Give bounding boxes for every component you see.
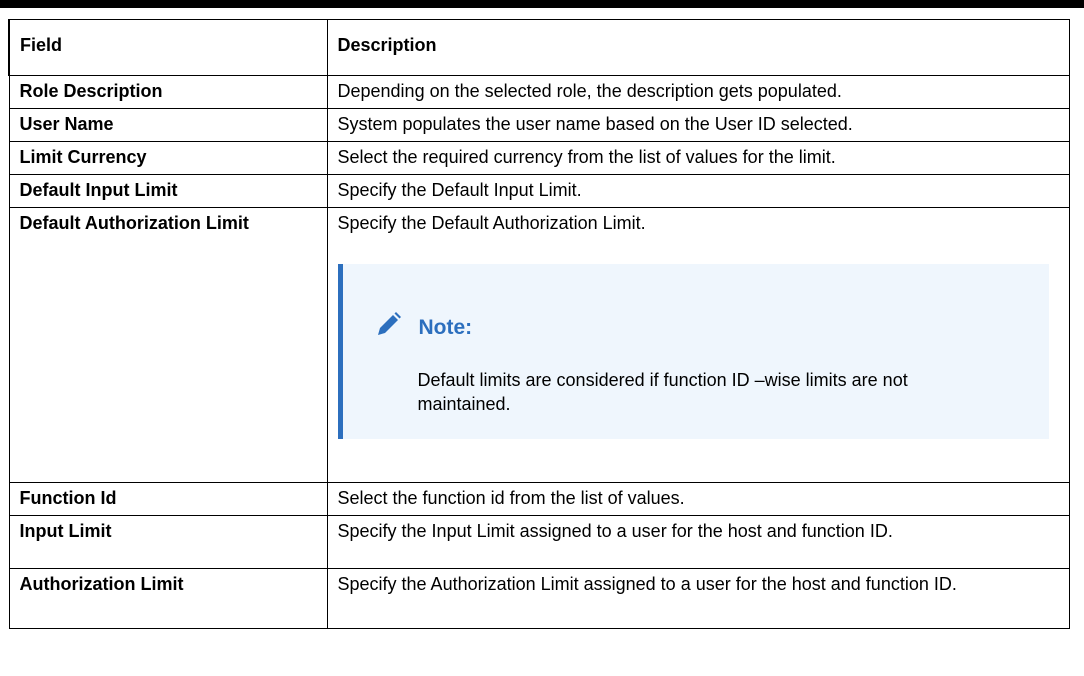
note-text: Default limits are considered if functio… [417,370,908,414]
pencil-icon [373,310,403,345]
field-cell: Authorization Limit [8,568,328,629]
table-row: Role Description Depending on the select… [8,75,1070,109]
description-cell: System populates the user name based on … [326,108,1070,142]
table-row: Input Limit Specify the Input Limit assi… [8,515,1070,569]
field-cell: Input Limit [8,515,328,569]
description-cell: Specify the Default Authorization Limit.… [326,207,1070,483]
note-label: Note: [418,316,473,339]
description-cell: Select the function id from the list of … [326,482,1070,516]
table-row: Authorization Limit Specify the Authoriz… [8,568,1070,629]
description-cell: Specify the Authorization Limit assigned… [326,568,1070,629]
table-row: Default Input Limit Specify the Default … [8,174,1070,208]
field-cell: Function Id [8,482,328,516]
field-description-table: Field Description Role Description Depen… [8,19,1070,629]
note-box: Note: Default limits are considered if f… [337,264,1049,439]
top-rule [0,0,1084,8]
description-cell: Select the required currency from the li… [326,141,1070,175]
table-row: User Name System populates the user name… [8,108,1070,142]
table-row: Function Id Select the function id from … [8,482,1070,516]
description-cell: Depending on the selected role, the desc… [326,75,1070,109]
field-cell: Default Input Limit [8,174,328,208]
field-cell: Role Description [8,75,328,109]
table-header-row: Field Description [8,19,1070,76]
header-description: Description [326,19,1070,76]
table-row: Limit Currency Select the required curre… [8,141,1070,175]
description-cell: Specify the Default Input Limit. [326,174,1070,208]
table-row: Default Authorization Limit Specify the … [8,207,1070,483]
field-cell: Limit Currency [8,141,328,175]
header-field: Field [8,19,328,76]
field-cell: Default Authorization Limit [8,207,328,483]
description-text: Specify the Default Authorization Limit. [337,213,646,233]
note-heading: Note: [373,310,473,345]
field-cell: User Name [8,108,328,142]
description-cell: Specify the Input Limit assigned to a us… [326,515,1070,569]
